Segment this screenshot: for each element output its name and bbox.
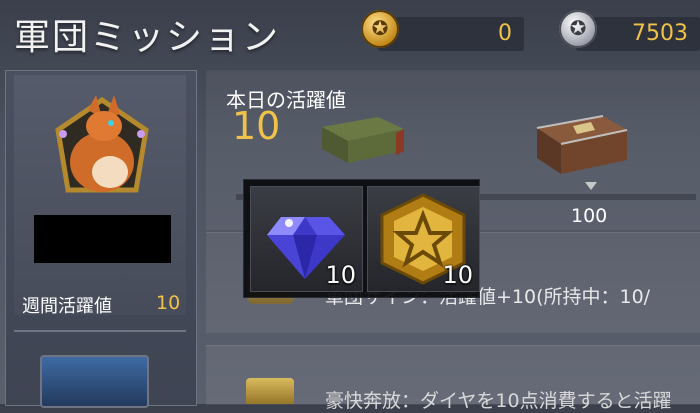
weekly-activity-label: 週間活躍値 <box>22 296 112 317</box>
fox-crest-emblem <box>55 95 149 193</box>
daily-activity-value: 10 <box>232 104 281 148</box>
legion-name-bar <box>34 215 171 263</box>
reward-popup: 10 10 <box>243 179 480 298</box>
gold-coin-count: 0 <box>498 21 512 46</box>
milestone-100-label: 100 <box>571 205 608 227</box>
gold-coin-counter: 0 <box>378 17 524 51</box>
page-title: 軍団ミッション <box>14 17 281 58</box>
reward-item-gold-coin[interactable]: 10 <box>367 186 480 292</box>
weekly-activity-value: 10 <box>156 292 181 314</box>
brown-chest-icon[interactable] <box>533 108 629 178</box>
gold-chest-icon <box>246 378 294 404</box>
silver-coin-count: 7503 <box>632 21 688 46</box>
reward-item-diamond[interactable]: 10 <box>250 186 363 292</box>
reward-quantity: 10 <box>442 261 473 289</box>
divider <box>14 330 186 332</box>
chest-pointer-icon <box>585 182 597 190</box>
blue-chest-icon[interactable] <box>40 355 149 408</box>
gold-legion-coin-icon: ✪ <box>361 10 399 48</box>
mission-text: 豪快奔放：ダイヤを10点消費すると活躍 <box>325 390 672 412</box>
green-crate-icon[interactable] <box>318 113 406 165</box>
silver-star-coin-icon: ✪ <box>559 10 597 48</box>
reward-quantity: 10 <box>325 261 356 289</box>
